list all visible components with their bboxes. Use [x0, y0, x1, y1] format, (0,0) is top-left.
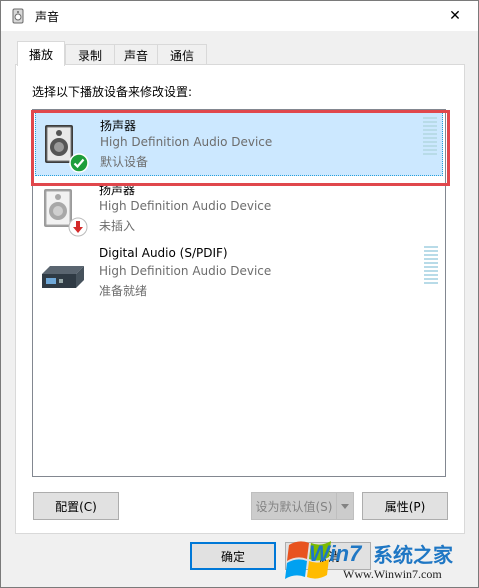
tab-recording[interactable]: 录制	[65, 44, 115, 65]
device-item[interactable]: 扬声器 High Definition Audio Device 默认设备	[35, 112, 443, 176]
digital-audio-icon	[42, 266, 84, 288]
device-status: 默认设备	[100, 155, 149, 169]
device-name: Digital Audio (S/PDIF)	[99, 246, 228, 260]
device-description: High Definition Audio Device	[99, 264, 272, 278]
tab-label: 录制	[77, 48, 102, 63]
tab-sounds[interactable]: 声音	[114, 44, 158, 65]
tab-playback[interactable]: 播放	[17, 41, 65, 66]
close-icon: ✕	[449, 8, 461, 24]
volume-meter	[423, 117, 437, 157]
configure-button[interactable]: 配置(C)	[33, 492, 119, 520]
properties-button[interactable]: 属性(P)	[362, 492, 448, 520]
instructions-label: 选择以下播放设备来修改设置:	[32, 85, 193, 99]
device-list[interactable]: 扬声器 High Definition Audio Device 默认设备 扬声…	[32, 109, 446, 477]
window-title: 声音	[35, 10, 60, 24]
button-label: 属性(P)	[384, 499, 426, 514]
default-check-icon	[69, 153, 89, 173]
tab-label: 声音	[123, 48, 148, 63]
watermark-brand: 系统之家	[373, 543, 453, 567]
device-name: 扬声器	[99, 183, 136, 197]
watermark-url: Www.Winwin7.com	[343, 567, 442, 581]
close-button[interactable]: ✕	[432, 1, 478, 31]
button-label: 配置(C)	[55, 499, 97, 514]
device-name: 扬声器	[100, 119, 137, 133]
tab-label: 通信	[169, 48, 194, 63]
ok-button[interactable]: 确定	[190, 542, 276, 570]
watermark: Win7 系统之家 Www.Winwin7.com	[285, 535, 477, 585]
sound-dialog: 声音 ✕ 播放 录制 声音 通信 选择以下播放设备来修改设置: 扬声器 High…	[0, 0, 479, 588]
device-status: 准备就绪	[99, 284, 148, 298]
device-item[interactable]: 扬声器 High Definition Audio Device 未插入	[35, 177, 443, 241]
button-label: 设为默认值(S)	[255, 499, 333, 514]
device-status: 未插入	[99, 219, 136, 233]
speaker-title-icon	[12, 8, 24, 24]
volume-meter	[424, 246, 438, 286]
button-label: 确定	[220, 549, 245, 564]
set-default-button[interactable]: 设为默认值(S)	[251, 492, 337, 520]
unplugged-arrow-icon	[68, 217, 88, 237]
tab-label: 播放	[28, 47, 53, 62]
tab-communications[interactable]: 通信	[157, 44, 207, 65]
set-default-dropdown[interactable]	[336, 492, 354, 520]
watermark-logo-text: Win7	[309, 541, 362, 566]
device-description: High Definition Audio Device	[100, 135, 273, 149]
device-description: High Definition Audio Device	[99, 199, 272, 213]
playback-panel: 选择以下播放设备来修改设置: 扬声器 High Definition Audio…	[15, 64, 465, 534]
title-bar: 声音 ✕	[1, 1, 478, 31]
chevron-down-icon	[341, 503, 349, 509]
device-item[interactable]: Digital Audio (S/PDIF) High Definition A…	[35, 242, 443, 306]
